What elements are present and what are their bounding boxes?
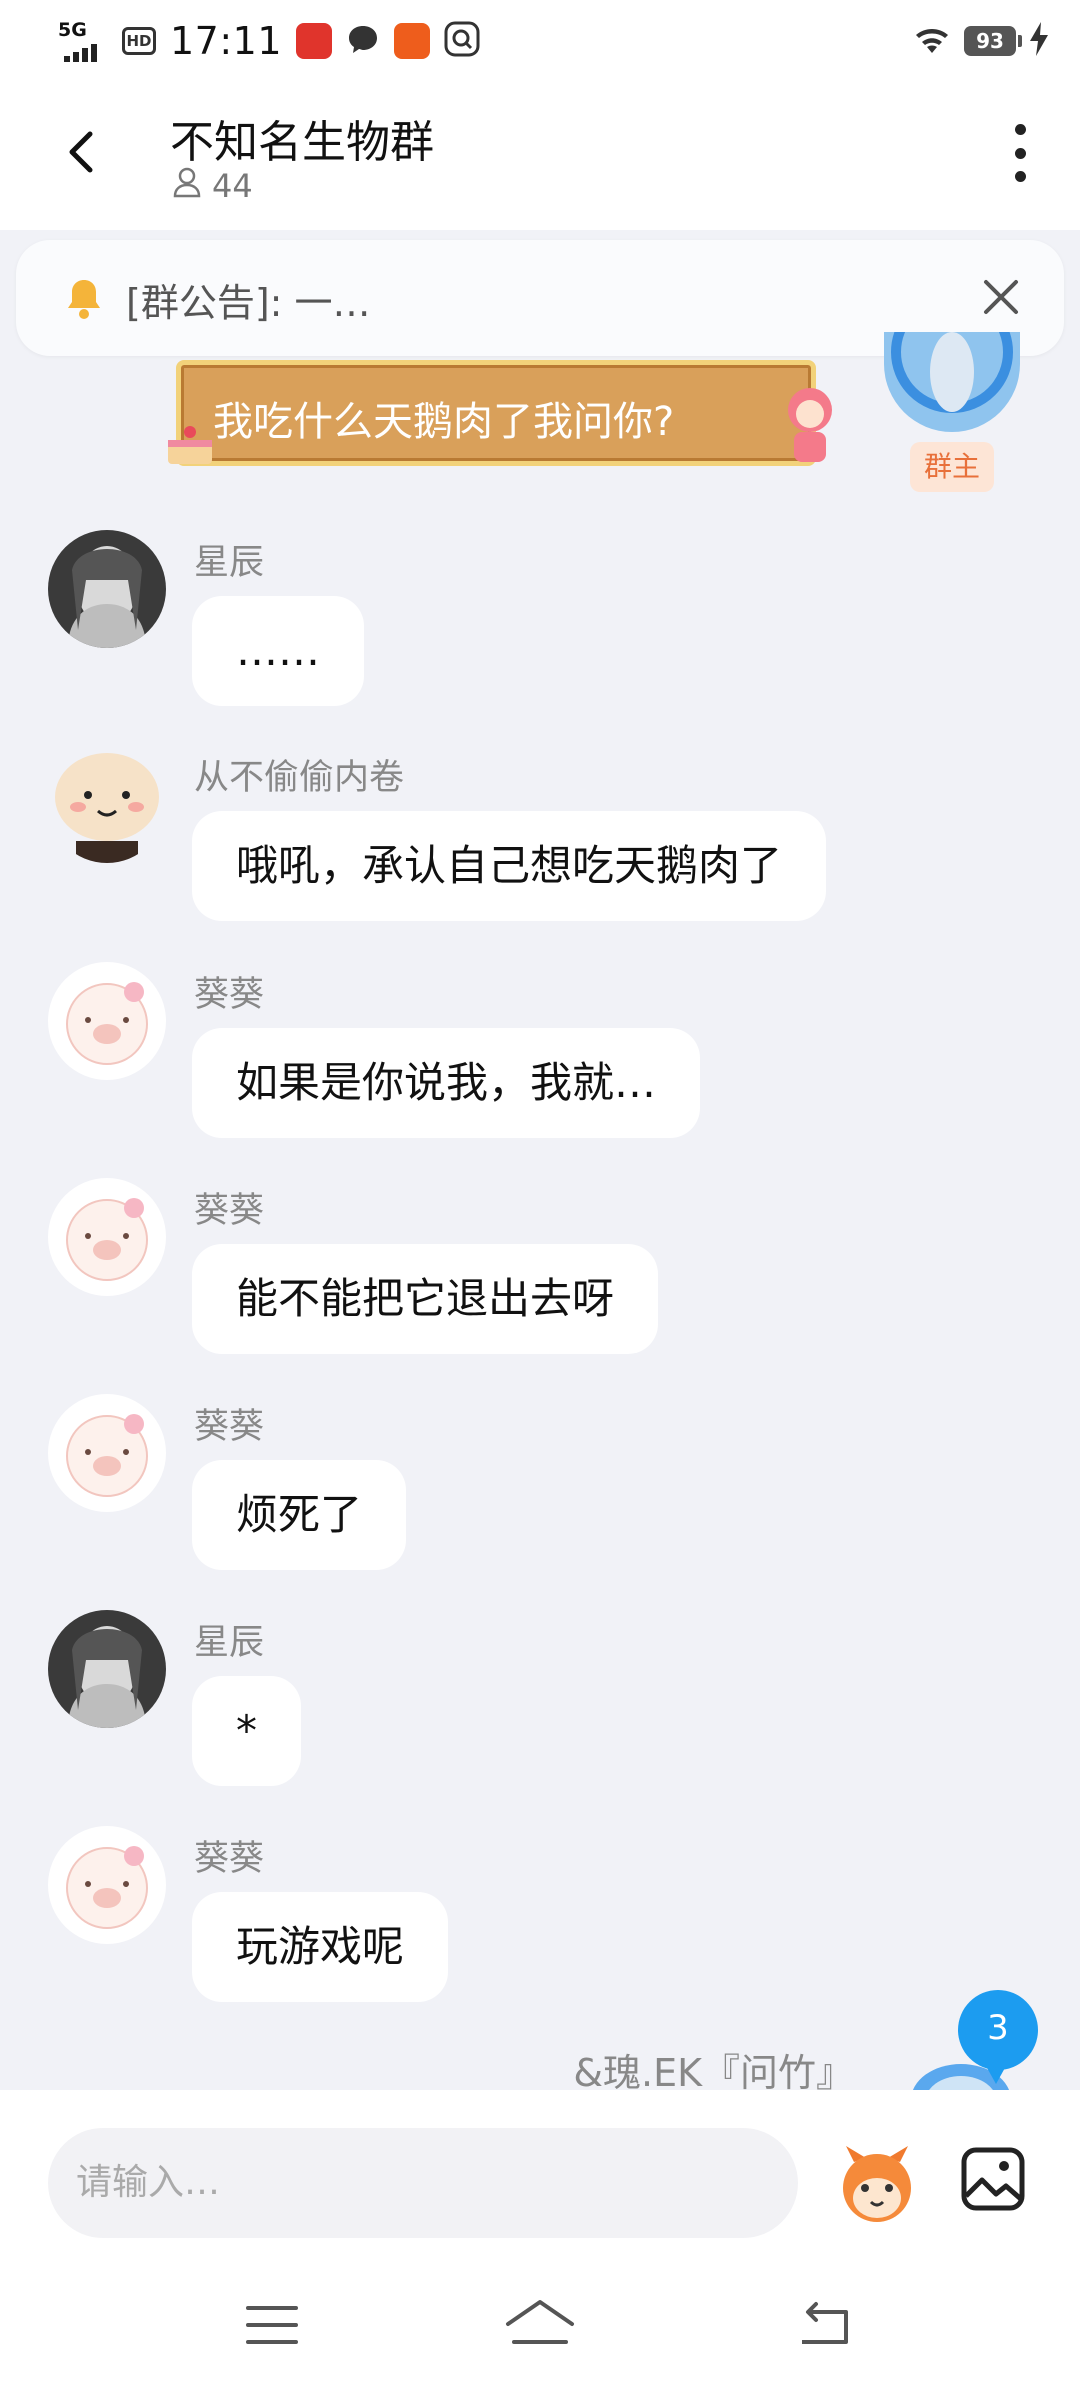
charging-bolt-icon: [1028, 22, 1050, 60]
home-icon[interactable]: [504, 2296, 576, 2350]
wifi-icon: [912, 23, 952, 59]
image-picker-icon[interactable]: [958, 2144, 1028, 2214]
message-input[interactable]: 请输入…: [48, 2128, 798, 2238]
message-bubble[interactable]: 烦死了: [192, 1460, 407, 1570]
sender-name: 葵葵: [194, 975, 265, 1015]
unread-count-badge[interactable]: 3: [958, 1990, 1038, 2084]
person-icon: [172, 166, 202, 206]
sender-name: &瑰.EK『问竹』: [573, 2051, 854, 2095]
emoji-sticker-button[interactable]: [832, 2138, 922, 2228]
cake-sticker-icon: [160, 420, 220, 470]
pig-avatar[interactable]: [48, 1394, 166, 1512]
bun-avatar[interactable]: [48, 745, 166, 863]
anime-girl-avatar[interactable]: [48, 530, 166, 648]
notification-app-icon: [296, 23, 333, 59]
network-type: 5G: [58, 19, 87, 41]
sender-name: 葵葵: [194, 1191, 265, 1231]
pig-avatar[interactable]: [48, 962, 166, 1080]
group-title[interactable]: 不知名生物群: [170, 106, 434, 170]
notification-app-icon-2: [394, 23, 431, 59]
back-nav-icon[interactable]: [796, 2300, 852, 2350]
announcement-text: [群公告]: 一…: [126, 281, 371, 325]
more-options-icon[interactable]: [1000, 118, 1040, 188]
message-bubble[interactable]: 哦吼，承认自己想吃天鹅肉了: [192, 811, 827, 921]
pig-avatar[interactable]: [48, 1178, 166, 1296]
message-bubble[interactable]: 能不能把它退出去呀: [192, 1244, 659, 1354]
owner-message-text: 我吃什么天鹅肉了我问你?: [213, 399, 675, 445]
back-arrow-icon[interactable]: [54, 122, 114, 182]
message-bubble[interactable]: 如果是你说我，我就…: [192, 1028, 701, 1138]
owner-message-bubble[interactable]: 我吃什么天鹅肉了我问你?: [176, 360, 816, 466]
chat-header: 不知名生物群 44: [0, 84, 1080, 230]
anime-girl-avatar[interactable]: [48, 1610, 166, 1728]
status-time: 17:11: [170, 19, 283, 63]
sender-name: 星辰: [194, 1623, 265, 1663]
hd-voice-icon: HD: [122, 27, 156, 55]
group-owner-badge: 群主: [910, 442, 994, 492]
search-app-icon: [444, 21, 480, 61]
system-navigation-bar: [0, 2260, 1080, 2400]
owner-avatar[interactable]: [884, 332, 1020, 432]
pig-avatar[interactable]: [48, 1826, 166, 1944]
close-icon[interactable]: [978, 274, 1024, 320]
battery-icon: 93: [964, 26, 1022, 56]
message-bubble[interactable]: 玩游戏呢: [192, 1892, 449, 2002]
sender-name: 葵葵: [194, 1407, 265, 1447]
member-count[interactable]: 44: [172, 166, 253, 206]
message-bubble[interactable]: *: [192, 1676, 301, 1786]
recent-apps-icon[interactable]: [244, 2300, 300, 2350]
chat-bubble-icon: [346, 22, 380, 60]
sender-name: 星辰: [194, 543, 265, 583]
sender-name: 葵葵: [194, 1839, 265, 1879]
message-bubble[interactable]: ……: [192, 596, 364, 706]
member-count-value: 44: [212, 167, 253, 205]
cellular-signal-icon: 5G: [58, 18, 108, 64]
status-bar: 5G HD 17:11 93: [0, 0, 1080, 84]
sender-name: 从不偷偷内卷: [194, 758, 405, 798]
character-sticker-icon: [770, 380, 850, 470]
input-bar: 请输入…: [0, 2090, 1080, 2260]
bell-icon: [64, 276, 104, 320]
